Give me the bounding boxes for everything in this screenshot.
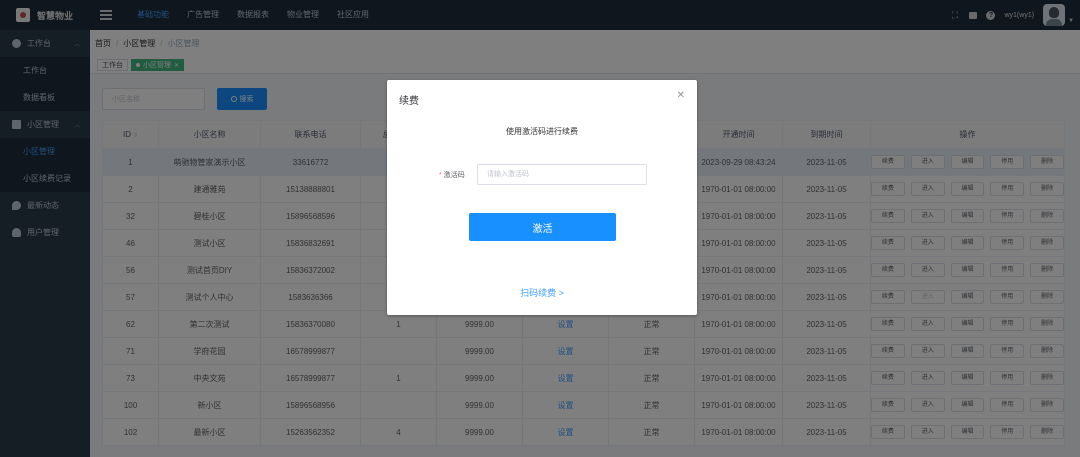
activate-button[interactable]: 激活 [469, 213, 616, 241]
dialog-subtitle: 使用激活码进行续费 [506, 127, 578, 136]
scan-renew-link[interactable]: 扫码续费 > [387, 286, 697, 299]
activation-code-label: * 激活码 [439, 172, 465, 179]
renew-dialog: 续费 ✕ 使用激活码进行续费 *激活码 激活 扫码续费 > [387, 80, 697, 315]
dialog-title: 续费 [399, 96, 419, 107]
close-icon[interactable]: ✕ [677, 90, 685, 101]
required-mark: * [439, 172, 442, 179]
activation-code-input[interactable] [477, 164, 647, 185]
